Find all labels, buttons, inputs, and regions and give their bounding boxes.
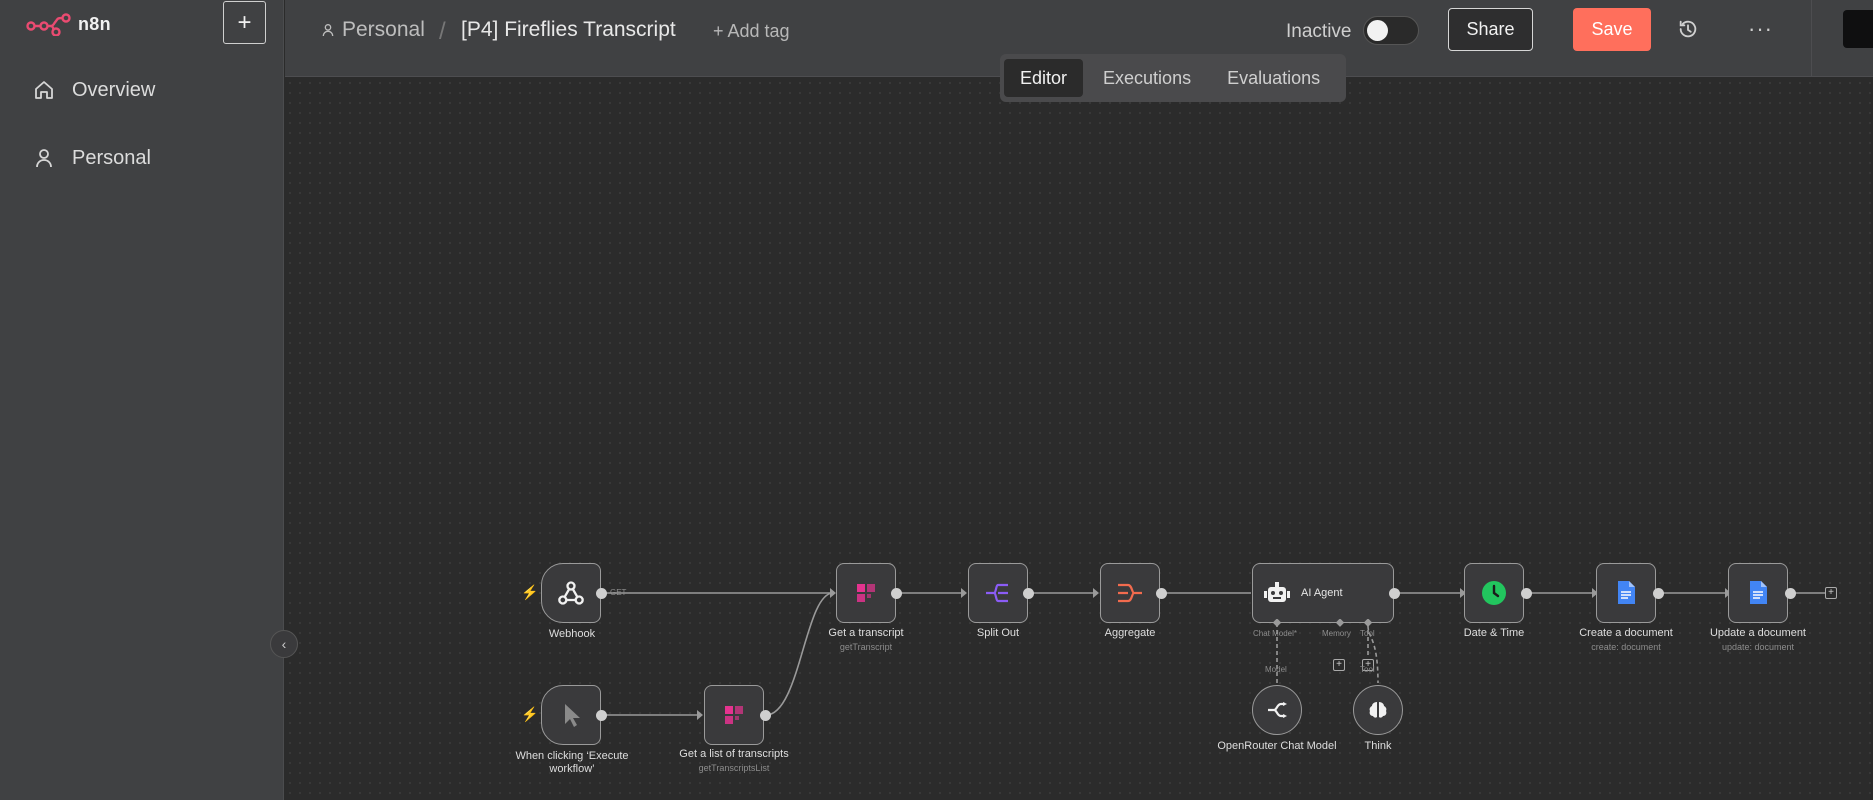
- port-diamond[interactable]: [1363, 619, 1373, 629]
- port-label-tool: Tool: [1360, 629, 1375, 638]
- node-webhook[interactable]: [541, 563, 601, 623]
- node-create-document[interactable]: [1596, 563, 1656, 623]
- share-button[interactable]: Share: [1448, 8, 1533, 51]
- node-subtitle: create: document: [1591, 642, 1661, 652]
- port-label: Model: [1265, 665, 1287, 674]
- user-icon: [322, 24, 334, 37]
- breadcrumb-project[interactable]: Personal: [320, 18, 425, 42]
- connections: [602, 588, 1825, 720]
- output-port[interactable]: [1156, 588, 1167, 599]
- tab-executions[interactable]: Executions: [1087, 59, 1207, 97]
- workflow-status-label: Inactive: [1286, 21, 1352, 42]
- workflow-canvas[interactable]: ⚡ GET Webhook ⚡ When clicking ‘Execute w…: [285, 78, 1873, 800]
- fireflies-icon: [857, 584, 875, 602]
- aggregate-icon: [1118, 583, 1142, 603]
- output-port[interactable]: [1389, 588, 1400, 599]
- n8n-logo-icon: [26, 13, 71, 36]
- port-label-memory: Memory: [1322, 629, 1351, 638]
- breadcrumb-separator: /: [439, 18, 446, 45]
- robot-icon: [1264, 582, 1290, 602]
- node-get-transcript[interactable]: [836, 563, 896, 623]
- add-tag-button[interactable]: + Add tag: [713, 21, 790, 42]
- output-port[interactable]: [891, 588, 902, 599]
- port-label-chat-model: Chat Model*: [1253, 629, 1298, 638]
- connection[interactable]: [765, 592, 834, 716]
- chevron-left-icon: ‹: [281, 636, 287, 652]
- user-icon: [36, 149, 52, 168]
- github-button[interactable]: [1843, 10, 1873, 48]
- node-label: Aggregate: [1104, 627, 1156, 639]
- tab-editor[interactable]: Editor: [1004, 59, 1084, 97]
- output-port[interactable]: [1023, 588, 1034, 599]
- app-name: n8n: [78, 13, 111, 34]
- node-date-time[interactable]: [1464, 563, 1524, 623]
- node-label: Think: [1364, 740, 1392, 752]
- output-port[interactable]: [1653, 588, 1664, 599]
- trigger-bolt-icon: ⚡: [521, 706, 539, 722]
- gdocs-icon: [1618, 581, 1635, 604]
- node-label: When clicking ‘Execute workflow’: [515, 750, 629, 775]
- split-icon: [986, 583, 1008, 603]
- fireflies-icon: [725, 706, 743, 724]
- project-name: Personal: [342, 18, 425, 41]
- node-subtitle: update: document: [1721, 642, 1795, 652]
- node-manual-trigger[interactable]: [541, 685, 601, 745]
- node-label: Webhook: [548, 628, 596, 640]
- save-button[interactable]: Save: [1573, 8, 1651, 51]
- n8n-app: n8n + Overview Personal ‹ Personal / [P4…: [0, 0, 1873, 800]
- add-node-button[interactable]: +: [1825, 587, 1837, 599]
- node-split-out[interactable]: [968, 563, 1028, 623]
- node-label: Get a transcript: [828, 627, 904, 639]
- n8n-logo[interactable]: n8n: [26, 12, 111, 36]
- openrouter-icon: [1268, 702, 1287, 718]
- node-title: AI Agent: [1301, 587, 1343, 599]
- node-subtitle: getTranscriptsList: [698, 763, 770, 773]
- workflow-title[interactable]: [P4] Fireflies Transcript: [461, 18, 676, 42]
- clock-icon: [1482, 581, 1506, 605]
- node-label: Create a document: [1579, 627, 1673, 639]
- trigger-bolt-icon: ⚡: [521, 584, 539, 600]
- sidebar-item-label: Personal: [72, 146, 151, 169]
- header-divider: [1811, 0, 1812, 77]
- node-label: Date & Time: [1463, 627, 1525, 639]
- node-ai-agent[interactable]: AI Agent: [1252, 563, 1394, 623]
- node-subtitle: getTranscript: [839, 642, 893, 652]
- home-icon: [35, 81, 53, 99]
- collapse-sidebar-button[interactable]: ‹: [270, 630, 298, 658]
- port-diamond[interactable]: [1272, 619, 1282, 629]
- add-memory-button[interactable]: +: [1333, 659, 1345, 671]
- sidebar-item-overview[interactable]: Overview: [32, 78, 155, 102]
- view-tabs: Editor Executions Evaluations: [1000, 54, 1346, 102]
- output-port[interactable]: [1785, 588, 1796, 599]
- port-label: Tool: [1360, 665, 1375, 674]
- tab-evaluations[interactable]: Evaluations: [1211, 59, 1336, 97]
- cursor-icon: [565, 704, 580, 727]
- node-aggregate[interactable]: [1100, 563, 1160, 623]
- output-port[interactable]: [1521, 588, 1532, 599]
- output-port[interactable]: [596, 588, 607, 599]
- more-options-icon[interactable]: ···: [1748, 16, 1773, 42]
- active-toggle[interactable]: [1363, 16, 1419, 45]
- node-label: Split Out: [976, 627, 1020, 639]
- gdocs-icon: [1750, 581, 1767, 604]
- output-port[interactable]: [596, 710, 607, 721]
- toggle-knob: [1367, 20, 1388, 41]
- brain-icon: [1369, 702, 1387, 718]
- node-label: Update a document: [1709, 627, 1806, 639]
- new-button[interactable]: +: [223, 1, 266, 44]
- node-update-document[interactable]: [1728, 563, 1788, 623]
- node-think[interactable]: [1353, 685, 1403, 735]
- sidebar-item-label: Overview: [72, 78, 156, 101]
- sidebar: n8n + Overview Personal: [0, 0, 284, 800]
- node-get-transcripts-list[interactable]: [704, 685, 764, 745]
- output-port[interactable]: [760, 710, 771, 721]
- node-openrouter[interactable]: [1252, 685, 1302, 735]
- sidebar-item-personal[interactable]: Personal: [32, 146, 151, 170]
- port-diamond[interactable]: [1335, 619, 1345, 629]
- webhook-icon: [558, 581, 584, 605]
- port-label: GET: [610, 588, 627, 597]
- node-label: Get a list of transcripts: [679, 748, 789, 760]
- history-icon[interactable]: [1677, 18, 1699, 40]
